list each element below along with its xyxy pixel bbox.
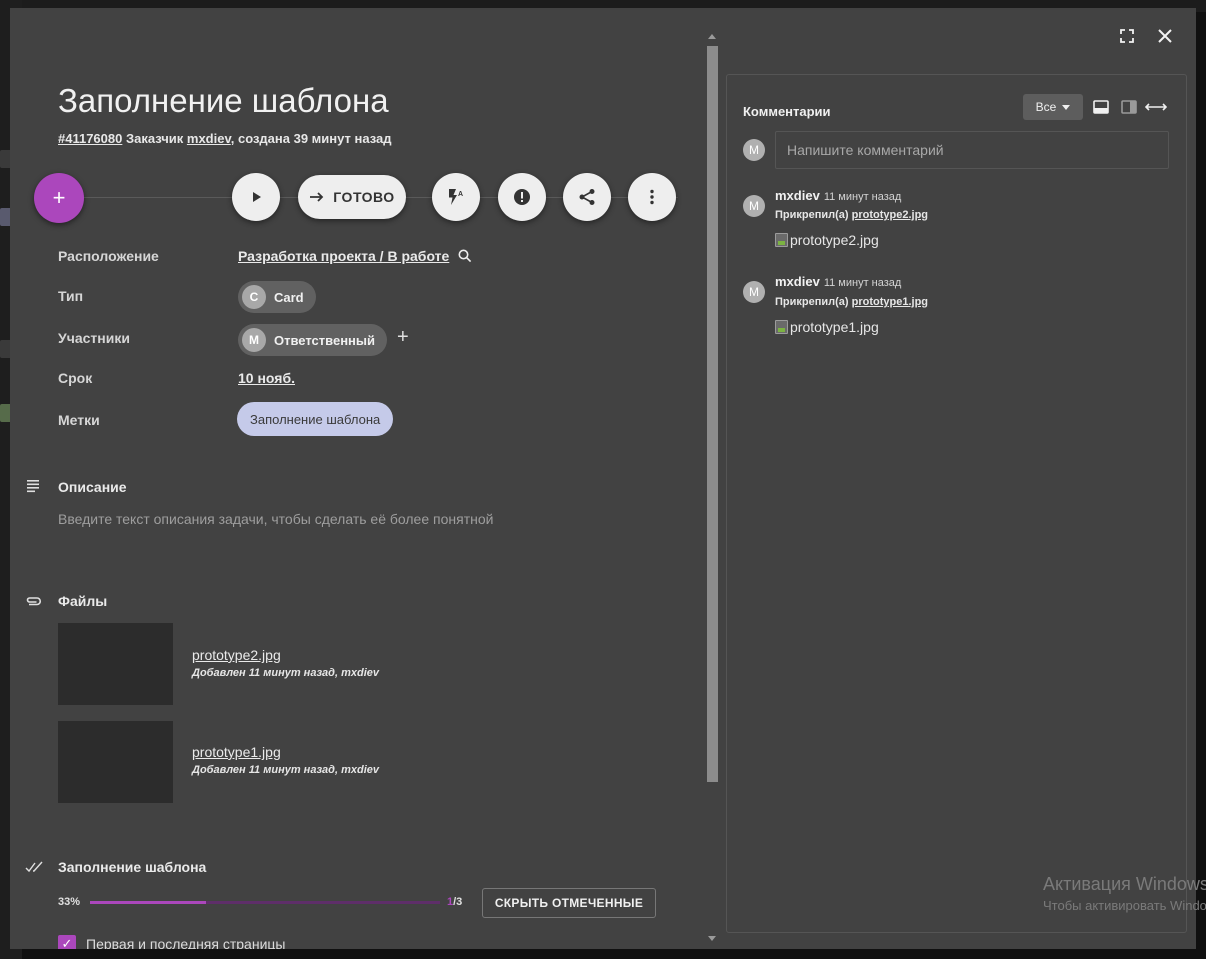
customer-prefix: Заказчик bbox=[125, 131, 184, 146]
more-button[interactable] bbox=[628, 173, 676, 221]
checklist-item-label: Первая и последняя страницы bbox=[86, 936, 286, 949]
comments-heading: Комментарии bbox=[743, 104, 831, 119]
add-button[interactable]: + bbox=[34, 173, 84, 223]
comment-action: Прикрепил(а) bbox=[775, 209, 849, 221]
done-button[interactable]: ГОТОВО bbox=[298, 175, 406, 219]
checkbox[interactable]: ✓ bbox=[58, 935, 76, 949]
scroll-down-icon[interactable] bbox=[708, 936, 716, 941]
member-avatar: M bbox=[242, 328, 266, 352]
comment-image[interactable]: prototype1.jpg bbox=[775, 319, 879, 335]
comment-author-name[interactable]: mxdiev bbox=[775, 274, 820, 289]
files-heading: Файлы bbox=[58, 593, 108, 609]
automation-button[interactable]: A bbox=[432, 173, 480, 221]
deadline-link[interactable]: 10 нояб. bbox=[238, 370, 295, 386]
location-label: Расположение bbox=[58, 248, 159, 264]
search-icon[interactable] bbox=[458, 249, 472, 263]
deadline-label: Срок bbox=[58, 370, 93, 386]
member-value: Ответственный bbox=[274, 332, 375, 348]
play-button[interactable] bbox=[232, 173, 280, 221]
progress-bar-fill bbox=[90, 901, 206, 904]
more-vertical-icon bbox=[650, 189, 654, 205]
comment-author-name[interactable]: mxdiev bbox=[775, 188, 820, 203]
comment-text: Прикрепил(а) prototype1.jpg bbox=[775, 296, 928, 308]
caret-down-icon bbox=[1062, 104, 1071, 110]
task-modal: Заполнение шаблона #41176080 Заказчик mx… bbox=[10, 8, 1196, 949]
members-label: Участники bbox=[58, 330, 130, 346]
svg-text:A: A bbox=[458, 191, 463, 198]
comment-image[interactable]: prototype2.jpg bbox=[775, 232, 879, 248]
broken-image-icon bbox=[775, 233, 788, 247]
priority-button[interactable] bbox=[498, 173, 546, 221]
comment-image-alt: prototype1.jpg bbox=[790, 319, 879, 335]
type-label: Тип bbox=[58, 288, 84, 304]
comment-author: mxdiev 11 минут назад bbox=[775, 188, 901, 203]
description-heading: Описание bbox=[58, 479, 127, 495]
progress-total: /3 bbox=[453, 896, 463, 908]
flash-auto-icon: A bbox=[449, 189, 463, 205]
progress-percent: 33% bbox=[58, 896, 81, 908]
progress-count: 1/3 bbox=[447, 896, 462, 908]
progress-bar bbox=[90, 901, 440, 904]
task-title[interactable]: Заполнение шаблона bbox=[58, 82, 389, 120]
description-icon bbox=[27, 480, 39, 493]
comment-author: mxdiev 11 минут назад bbox=[775, 274, 901, 289]
task-subtitle: #41176080 Заказчик mxdiev, создана 39 ми… bbox=[58, 131, 392, 146]
task-id-link[interactable]: #41176080 bbox=[58, 131, 122, 146]
close-icon[interactable] bbox=[1157, 28, 1173, 44]
tag-chip[interactable]: Заполнение шаблона bbox=[237, 402, 394, 436]
member-chip[interactable]: M Ответственный bbox=[238, 324, 387, 356]
expand-horizontal-icon[interactable] bbox=[1145, 103, 1167, 111]
attachment-icon bbox=[26, 597, 41, 606]
file-thumbnail[interactable] bbox=[58, 721, 173, 803]
comment-input[interactable]: Напишите комментарий bbox=[775, 131, 1169, 169]
current-user-avatar: M bbox=[743, 139, 765, 161]
comment-avatar: M bbox=[743, 195, 765, 217]
file-name-link[interactable]: prototype1.jpg bbox=[192, 744, 281, 760]
arrow-right-icon bbox=[310, 192, 324, 202]
share-button[interactable] bbox=[563, 173, 611, 221]
comment-time: 11 минут назад bbox=[823, 277, 902, 289]
comments-panel: Комментарии Все M Напишите комментарий M… bbox=[726, 74, 1187, 933]
alert-icon bbox=[514, 189, 530, 205]
type-chip[interactable]: C Card bbox=[238, 281, 316, 313]
comment-action: Прикрепил(а) bbox=[775, 296, 849, 308]
file-meta: Добавлен 11 минут назад, mxdiev bbox=[192, 667, 379, 679]
checklist-item[interactable]: ✓ Первая и последняя страницы bbox=[58, 935, 285, 949]
scrollbar-thumb[interactable] bbox=[707, 46, 718, 782]
location-link[interactable]: Разработка проекта / В работе bbox=[238, 248, 449, 264]
filter-value: Все bbox=[1035, 100, 1057, 114]
file-thumbnail[interactable] bbox=[58, 623, 173, 705]
scroll-up-icon[interactable] bbox=[708, 34, 716, 39]
fullscreen-icon[interactable] bbox=[1119, 28, 1135, 44]
done-button-label: ГОТОВО bbox=[333, 189, 395, 205]
type-value: Card bbox=[274, 289, 304, 305]
file-name-link[interactable]: prototype2.jpg bbox=[192, 647, 281, 663]
add-member-icon[interactable]: + bbox=[397, 326, 409, 349]
tags-label: Метки bbox=[58, 412, 100, 428]
customer-link[interactable]: mxdiev bbox=[187, 131, 231, 146]
checklist-heading[interactable]: Заполнение шаблона bbox=[58, 859, 206, 875]
comment-file-link[interactable]: prototype1.jpg bbox=[852, 296, 928, 308]
created-text: , создана 39 минут назад bbox=[230, 131, 392, 146]
broken-image-icon bbox=[775, 320, 788, 334]
description-placeholder[interactable]: Введите текст описания задачи, чтобы сде… bbox=[58, 511, 493, 527]
layout-bottom-icon[interactable] bbox=[1093, 100, 1109, 114]
comment-image-alt: prototype2.jpg bbox=[790, 232, 879, 248]
scrollbar[interactable] bbox=[704, 28, 720, 949]
comment-time: 11 минут назад bbox=[823, 191, 902, 203]
play-icon bbox=[253, 192, 261, 202]
file-meta: Добавлен 11 минут назад, mxdiev bbox=[192, 764, 379, 776]
checklist-icon bbox=[25, 861, 43, 873]
comment-avatar: M bbox=[743, 281, 765, 303]
plus-icon: + bbox=[52, 185, 66, 210]
task-details: Заполнение шаблона #41176080 Заказчик mx… bbox=[10, 8, 704, 949]
type-avatar: C bbox=[242, 285, 266, 309]
hide-checked-button[interactable]: СКРЫТЬ ОТМЕЧЕННЫЕ bbox=[482, 888, 656, 918]
comment-text: Прикрепил(а) prototype2.jpg bbox=[775, 209, 928, 221]
comments-filter-select[interactable]: Все bbox=[1023, 94, 1083, 120]
share-icon bbox=[579, 189, 595, 205]
layout-side-icon[interactable] bbox=[1121, 100, 1137, 114]
comment-file-link[interactable]: prototype2.jpg bbox=[852, 209, 928, 221]
